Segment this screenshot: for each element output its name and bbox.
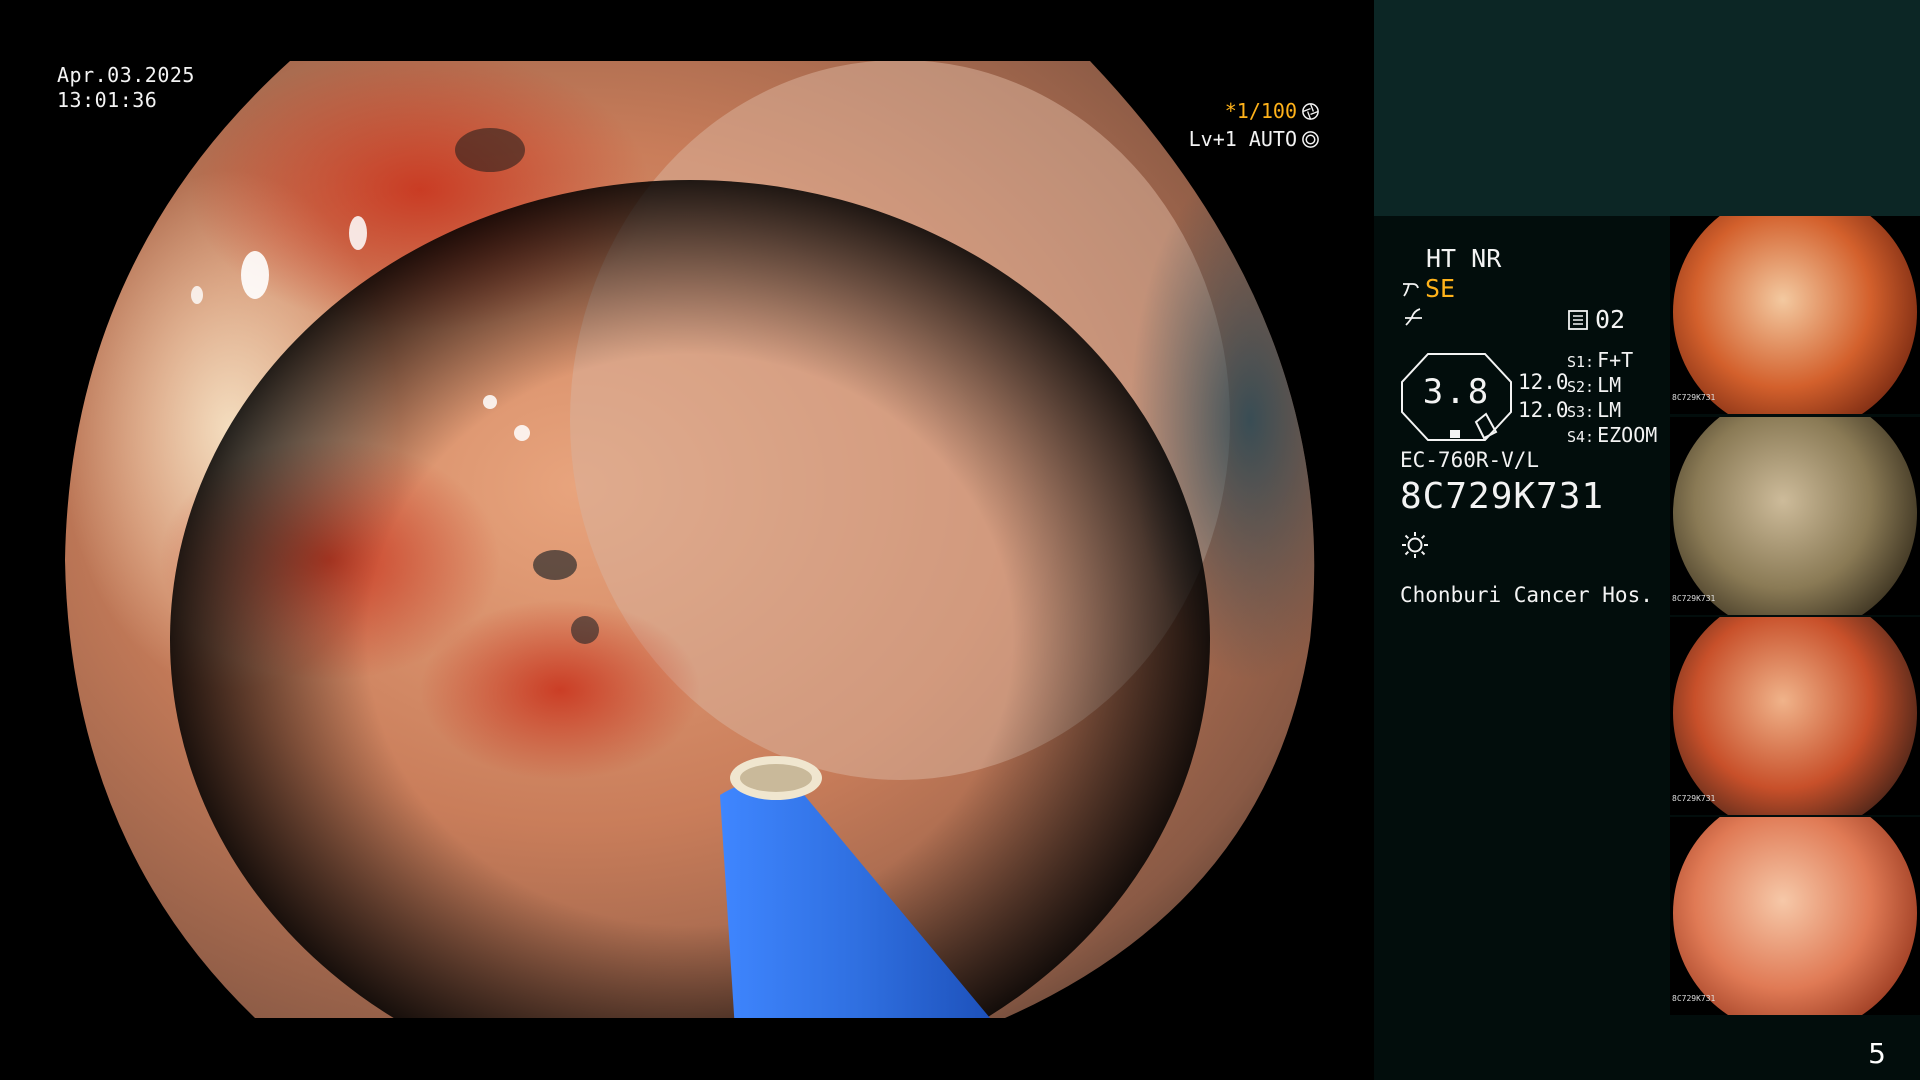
thumbnail-image [1673,417,1917,615]
thumbnail-serial: 8C729K731 [1672,794,1716,803]
iris-icon [1302,130,1319,148]
thumbnail-serial: 8C729K731 [1672,994,1716,1003]
structure-icon [1405,308,1422,326]
switch-s3: S3: LM [1567,398,1621,422]
endoscopic-colon-image [65,61,1315,1018]
switch-s2: S2: LM [1567,373,1621,397]
memory-card-icon [1568,309,1588,330]
switch-key: S4: [1567,428,1595,446]
thumbnail-serial: 8C729K731 [1672,393,1716,402]
time-label: 13:01:36 [57,88,158,112]
switch-key: S3: [1567,403,1595,421]
scope-serial: 8C729K731 [1400,476,1605,517]
sun-icon [1402,532,1428,558]
page-number: 5 [1868,1037,1886,1070]
switch-value: EZOOM [1597,423,1658,447]
zoom-reading-a: 12.0 [1518,370,1569,394]
shutter-indicator: *1/100 [1225,99,1320,123]
processing-mode: HT NR [1426,244,1502,273]
captured-image-thumbnail[interactable]: 8C729K731 [1670,216,1920,414]
zoom-reading-b: 12.0 [1518,398,1569,422]
iris-label: Lv+1 AUTO [1188,127,1297,151]
switch-value: LM [1597,398,1622,422]
gamma-icon [1403,282,1419,297]
switch-value: F+T [1597,348,1634,372]
thumbnail-image [1673,817,1917,1015]
shutter-label: *1/100 [1224,99,1297,123]
endoscope-main-view: Apr.03.2025 13:01:36 *1/100 Lv+1 AUTO [0,0,1374,1080]
hospital-name: Chonburi Cancer Hos. [1400,583,1653,607]
thumbnail-image [1673,617,1917,815]
switch-s4: S4: EZOOM [1567,423,1657,447]
captured-image-thumbnail[interactable]: 8C729K731 [1670,617,1920,815]
memory-label: 02 [1595,305,1626,334]
enhancement-label: SE [1425,274,1456,303]
datetime-readout: Apr.03.2025 13:01:36 [57,63,195,113]
switch-value: LM [1597,373,1622,397]
zoom-value: 3.8 [1422,372,1491,412]
iris-indicator: Lv+1 AUTO [1189,127,1320,151]
captured-image-thumbnail[interactable]: 8C729K731 [1670,417,1920,615]
captured-image-thumbnail[interactable]: 8C729K731 [1670,817,1920,1015]
memory-indicator: 02 [1567,305,1625,334]
switch-key: S2: [1567,378,1595,396]
enhancement-indicator: SE [1401,274,1455,303]
switch-s1: S1: F+T [1567,348,1633,372]
panel-header-block [1374,0,1920,216]
switch-key: S1: [1567,353,1595,371]
date-label: Apr.03.2025 [57,63,195,87]
scope-model: EC-760R-V/L [1400,448,1540,472]
thumbnail-serial: 8C729K731 [1672,594,1716,603]
aperture-icon [1302,102,1319,120]
thumbnail-image [1673,216,1917,414]
